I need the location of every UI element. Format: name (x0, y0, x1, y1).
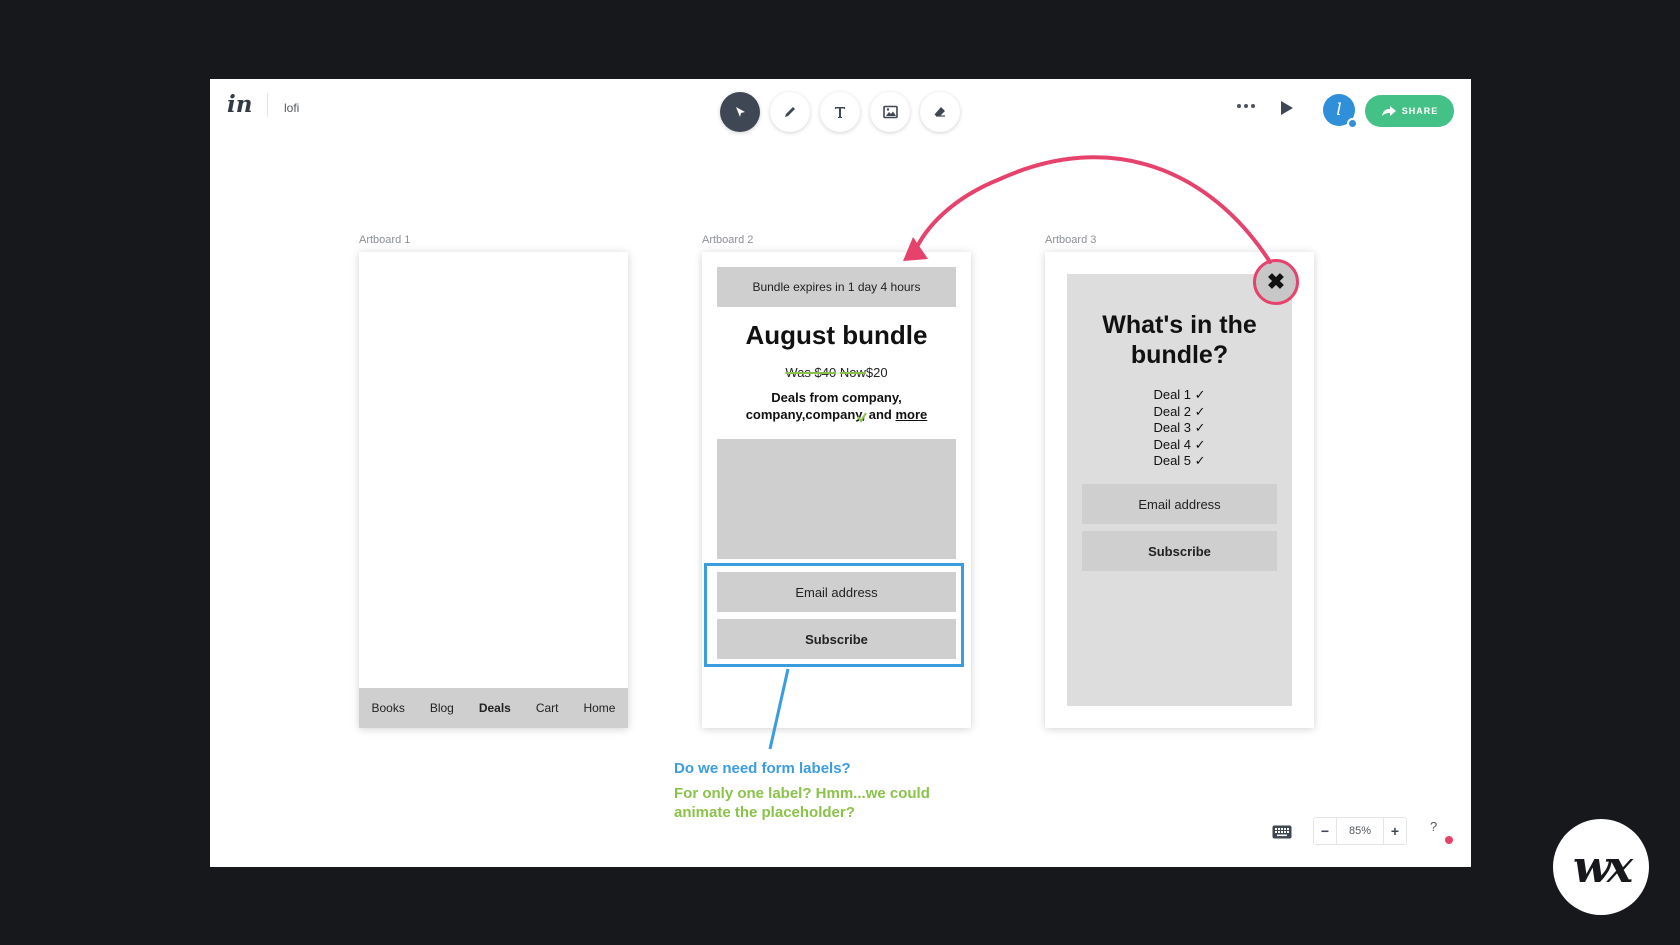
annotation-question[interactable]: Do we need form labels? (674, 760, 851, 777)
zoom-level[interactable]: 85% (1336, 818, 1384, 844)
share-label: SHARE (1401, 106, 1439, 116)
nav-item-cart[interactable]: Cart (536, 701, 559, 715)
eraser-tool-button[interactable] (920, 92, 960, 132)
share-arrow-icon (1381, 106, 1396, 116)
more-options-icon[interactable] (1237, 104, 1255, 108)
help-button[interactable]: ? (1430, 819, 1437, 834)
deal-item: Deal 2 ✓ (1153, 403, 1206, 419)
form-highlight-box (704, 563, 964, 667)
share-button[interactable]: SHARE (1365, 95, 1454, 127)
invision-freehand-window: in lofi l SHARE Artboard 1 Books Blog De… (210, 79, 1471, 867)
deal-item: Deal 4 ✓ (1153, 436, 1206, 452)
modal-title: What's in the bundle? (1102, 311, 1257, 369)
pen-tool-button[interactable] (770, 92, 810, 132)
deal-item: Deal 1 ✓ (1153, 387, 1206, 402)
price-line: Was $40 Now$20 (702, 365, 971, 380)
now-label: Now (839, 365, 866, 380)
new-price: $20 (865, 365, 888, 380)
bundle-title: August bundle (745, 320, 928, 350)
text-tool-button[interactable] (820, 92, 860, 132)
wx-logo-badge: wx (1553, 819, 1649, 915)
online-status-dot (1347, 118, 1358, 129)
deal-item: Deal 3 ✓ (1153, 420, 1206, 435)
nav-item-deals[interactable]: Deals (479, 701, 511, 715)
deals-description: Deals from company, company,company, and… (722, 389, 951, 423)
drawing-toolbar (720, 92, 960, 132)
image-placeholder (717, 439, 956, 559)
zoom-out-button[interactable]: − (1314, 818, 1336, 844)
annotation-answer[interactable]: For only one label? Hmm...we could anima… (674, 784, 954, 822)
more-link[interactable]: more (896, 407, 928, 422)
eraser-icon (934, 107, 945, 117)
text-t-icon (835, 107, 845, 118)
pencil-icon (785, 107, 795, 117)
image-tool-button[interactable] (870, 92, 910, 132)
modal-email-field[interactable]: Email address (1082, 484, 1277, 524)
zoom-in-button[interactable]: + (1384, 818, 1406, 844)
artboard-3-label[interactable]: Artboard 3 (1045, 234, 1096, 246)
deals-text: Deals from company, company,company, and (745, 390, 902, 422)
annotation-curved-arrow (913, 155, 1272, 264)
cursor-arrow-icon (736, 107, 745, 117)
close-icon: ✖ (1266, 269, 1286, 294)
deal-item: Deal 5 ✓ (1153, 453, 1206, 468)
modal-close-button[interactable]: ✖ (1253, 259, 1299, 305)
nav-item-blog[interactable]: Blog (430, 701, 454, 715)
bundle-modal: What's in the bundle? Deal 1 ✓ Deal 2 ✓ … (1067, 274, 1292, 706)
select-tool-button[interactable] (720, 92, 760, 132)
notification-dot (1445, 836, 1453, 844)
artboard-2-label[interactable]: Artboard 2 (702, 234, 753, 246)
header-divider (267, 93, 268, 117)
nav-item-books[interactable]: Books (371, 701, 404, 715)
artboard-3[interactable]: What's in the bundle? Deal 1 ✓ Deal 2 ✓ … (1045, 252, 1314, 728)
artboard-1[interactable]: Books Blog Deals Cart Home (359, 252, 628, 728)
image-icon (882, 105, 898, 119)
document-title[interactable]: lofi (284, 101, 299, 115)
modal-subscribe-button[interactable]: Subscribe (1082, 531, 1277, 571)
bottom-nav-bar: Books Blog Deals Cart Home (359, 688, 628, 728)
deal-list: Deal 1 ✓ Deal 2 ✓ Deal 3 ✓ Deal 4 ✓ Deal… (1067, 387, 1292, 470)
keyboard-icon[interactable] (1272, 825, 1292, 839)
zoom-control: − 85% + (1313, 817, 1407, 845)
nav-item-home[interactable]: Home (583, 701, 615, 715)
play-icon[interactable] (1281, 101, 1293, 115)
wx-logo-text: wx (1572, 841, 1633, 893)
old-price: Was $40 (785, 365, 837, 380)
artboard-1-label[interactable]: Artboard 1 (359, 234, 410, 246)
expiry-banner: Bundle expires in 1 day 4 hours (717, 267, 956, 307)
invision-logo[interactable]: in (227, 91, 252, 118)
